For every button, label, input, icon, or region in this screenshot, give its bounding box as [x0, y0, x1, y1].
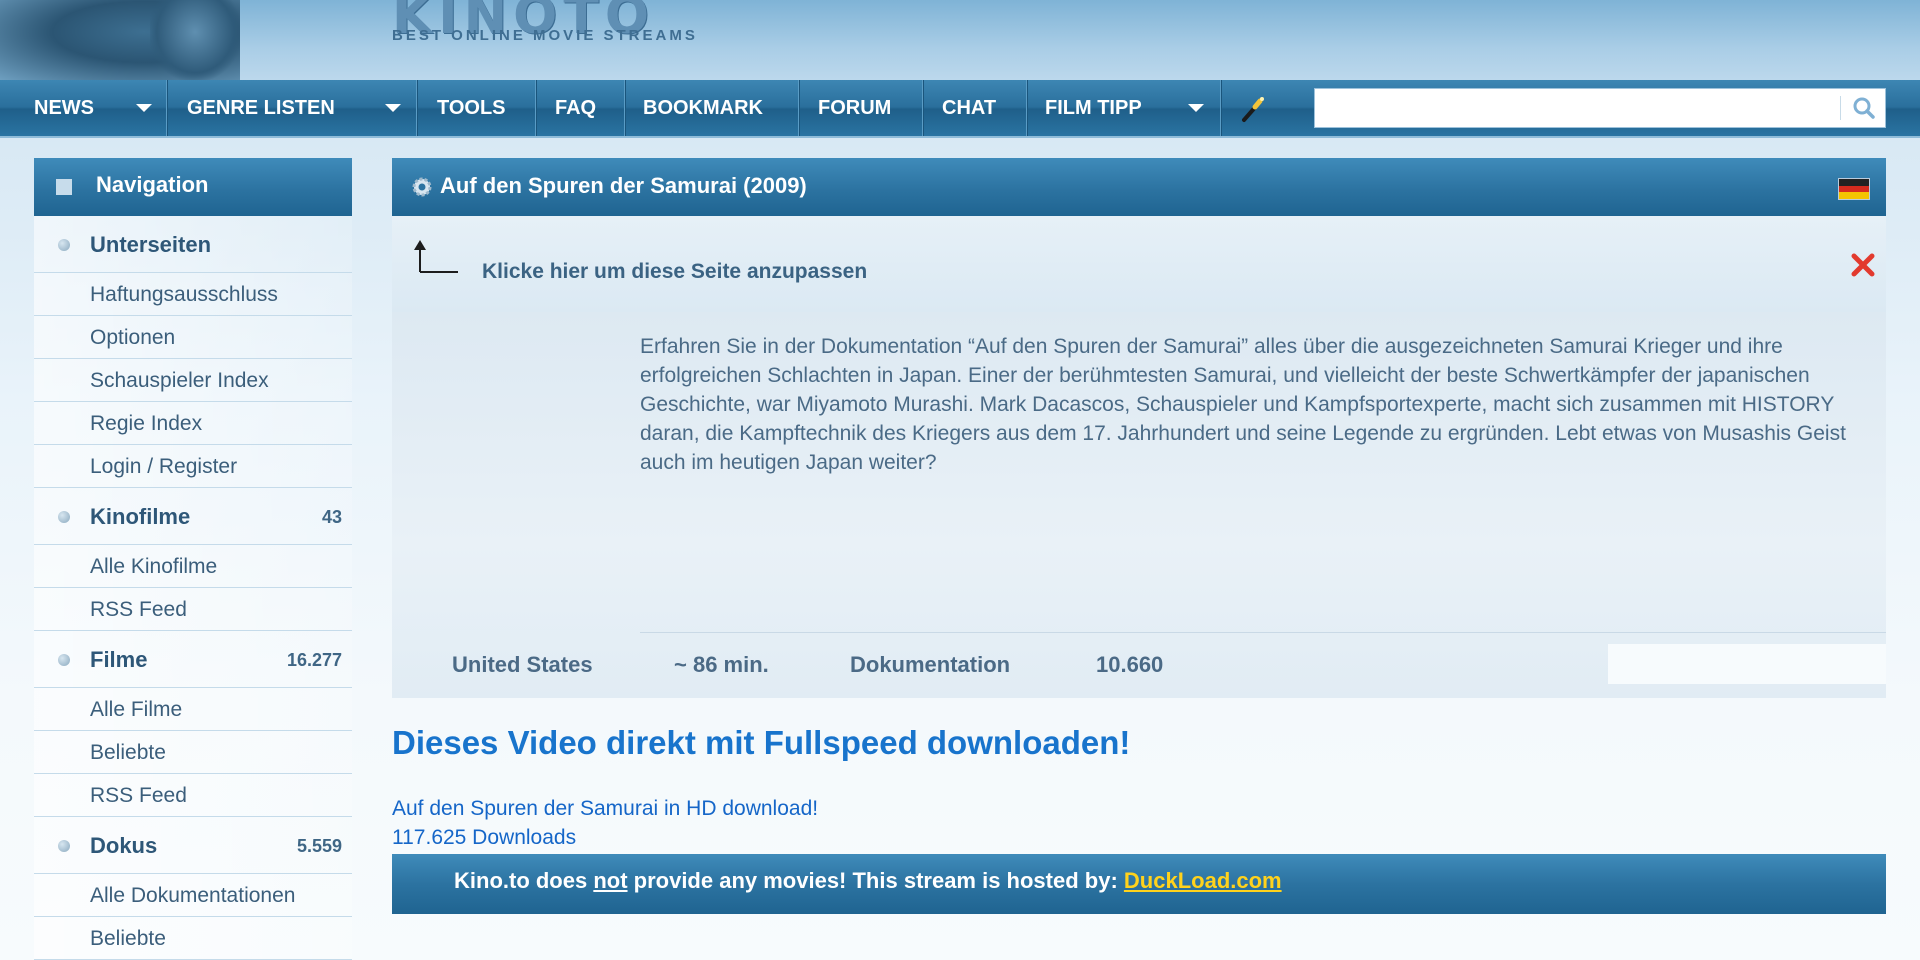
nav-tools[interactable]: TOOLS — [437, 80, 506, 136]
german-flag-icon[interactable] — [1838, 178, 1870, 200]
arrow-up-left-icon — [414, 240, 458, 273]
hd-download-link[interactable]: Auf den Spuren der Samurai in HD downloa… — [392, 797, 818, 821]
sidebar-link-label: Beliebte — [90, 741, 166, 764]
sidebar-link-haftungsausschluss[interactable]: Haftungsausschluss — [34, 273, 352, 316]
nav-divider — [624, 80, 626, 136]
download-count: 117.625 Downloads — [392, 826, 577, 849]
search-divider — [1840, 96, 1841, 120]
nav-film-tipp[interactable]: FILM TIPP — [1045, 80, 1142, 136]
movie-views: 10.660 — [1096, 652, 1164, 677]
nav-divider — [1026, 80, 1028, 136]
sidebar-section-label: Kinofilme — [90, 504, 191, 529]
sidebar-link-rss-feed[interactable]: RSS Feed — [34, 588, 352, 631]
nav-divider — [416, 80, 418, 136]
sidebar-link-optionen[interactable]: Optionen — [34, 316, 352, 359]
rating-area — [1608, 644, 1886, 684]
square-icon — [56, 179, 72, 195]
sidebar-link-label: RSS Feed — [90, 598, 187, 621]
sidebar-section-filme[interactable]: Filme 16.277 — [34, 631, 352, 688]
site-header: KINOTO BEST ONLINE MOVIE STREAMS — [0, 0, 1920, 80]
sidebar-link-alle-dokumentationen[interactable]: Alle Dokumentationen — [34, 874, 352, 917]
sidebar-section-dokus[interactable]: Dokus 5.559 — [34, 817, 352, 874]
nav-divider — [922, 80, 924, 136]
nav-divider — [535, 80, 537, 136]
sidebar-header: Navigation — [34, 158, 352, 216]
chevron-down-icon[interactable] — [385, 104, 401, 112]
chevron-down-icon[interactable] — [136, 104, 152, 112]
chevron-down-icon[interactable] — [1188, 104, 1204, 112]
movie-description: Erfahren Sie in der Dokumentation “Auf d… — [640, 335, 1846, 474]
host-link[interactable]: DuckLoad.com — [1124, 868, 1282, 893]
sidebar-section-unterseiten[interactable]: Unterseiten — [34, 216, 352, 273]
sidebar-section-label: Dokus — [90, 833, 158, 858]
bullet-icon — [58, 840, 70, 852]
nav-chat[interactable]: CHAT — [942, 80, 996, 136]
sidebar-link-label: Login / Register — [90, 455, 238, 478]
sidebar: Navigation Unterseiten Haftungsausschlus… — [34, 158, 352, 960]
close-icon[interactable] — [1850, 252, 1876, 278]
sidebar-list: Unterseiten Haftungsausschluss Optionen … — [34, 216, 352, 960]
gear-icon — [412, 177, 432, 197]
sidebar-link-label: Optionen — [90, 326, 176, 349]
sidebar-section-label: Filme — [90, 647, 148, 672]
host-text: provide any movies! This stream is hoste… — [627, 868, 1124, 893]
customize-page-link[interactable]: Klicke hier um diese Seite anzupassen — [482, 260, 867, 284]
stream-host-bar: Kino.to does not provide any movies! Thi… — [392, 854, 1886, 914]
sidebar-section-count: 5.559 — [296, 836, 342, 856]
sidebar-link-label: Beliebte — [90, 927, 166, 950]
search-icon[interactable] — [1846, 90, 1882, 126]
sidebar-link-beliebte[interactable]: Beliebte — [34, 917, 352, 960]
sidebar-title: Navigation — [96, 172, 209, 197]
sidebar-link-label: Regie Index — [90, 412, 203, 435]
nav-genre-listen[interactable]: GENRE LISTEN — [187, 80, 335, 136]
sidebar-link-label: Alle Filme — [90, 698, 183, 721]
bullet-icon — [58, 511, 70, 523]
sidebar-link-label: RSS Feed — [90, 784, 187, 807]
sidebar-section-count: 16.277 — [286, 650, 342, 670]
site-tagline: BEST ONLINE MOVIE STREAMS — [392, 27, 698, 44]
sidebar-link-alle-filme[interactable]: Alle Filme — [34, 688, 352, 731]
host-notice: Kino.to does not provide any movies! Thi… — [454, 868, 1282, 894]
sidebar-link-label: Schauspieler Index — [90, 369, 269, 392]
sidebar-link-label: Haftungsausschluss — [90, 283, 278, 306]
sidebar-link-alle-kinofilme[interactable]: Alle Kinofilme — [34, 545, 352, 588]
nav-divider — [166, 80, 168, 136]
bullet-icon — [58, 239, 70, 251]
sidebar-link-rss-feed[interactable]: RSS Feed — [34, 774, 352, 817]
nav-forum[interactable]: FORUM — [818, 80, 891, 136]
sidebar-link-label: Alle Dokumentationen — [90, 884, 296, 907]
movie-country: United States — [452, 652, 593, 677]
movie-title: Auf den Spuren der Samurai (2009) — [440, 173, 807, 198]
sidebar-link-label: Alle Kinofilme — [90, 555, 218, 578]
nav-faq[interactable]: FAQ — [555, 80, 596, 136]
movie-header: Auf den Spuren der Samurai (2009) — [392, 158, 1886, 216]
magic-wand-icon[interactable] — [1238, 94, 1268, 124]
sidebar-section-count: 43 — [321, 507, 342, 527]
sidebar-link-login-register[interactable]: Login / Register — [34, 445, 352, 488]
sidebar-link-beliebte[interactable]: Beliebte — [34, 731, 352, 774]
bullet-icon — [58, 654, 70, 666]
customize-bar[interactable]: Klicke hier um diese Seite anzupassen — [392, 216, 1886, 313]
movie-genre: Dokumentation — [850, 652, 1011, 677]
search-input[interactable] — [1314, 88, 1886, 128]
sidebar-section-kinofilme[interactable]: Kinofilme 43 — [34, 488, 352, 545]
movie-details: Erfahren Sie in der Dokumentation “Auf d… — [392, 312, 1886, 698]
nav-bookmark[interactable]: BOOKMARK — [643, 80, 763, 136]
nav-divider — [1220, 80, 1222, 136]
nav-divider — [798, 80, 800, 136]
host-emphasis: not — [593, 868, 628, 893]
divider — [640, 632, 1886, 633]
sidebar-link-regie-index[interactable]: Regie Index — [34, 402, 352, 445]
sidebar-section-label: Unterseiten — [90, 232, 212, 257]
download-heading[interactable]: Dieses Video direkt mit Fullspeed downlo… — [392, 724, 1130, 762]
sidebar-link-schauspieler-index[interactable]: Schauspieler Index — [34, 359, 352, 402]
movie-duration: ~ 86 min. — [674, 652, 769, 677]
nav-news[interactable]: NEWS — [34, 80, 94, 136]
host-text: Kino.to does — [454, 868, 594, 893]
header-banner-image — [0, 0, 240, 80]
